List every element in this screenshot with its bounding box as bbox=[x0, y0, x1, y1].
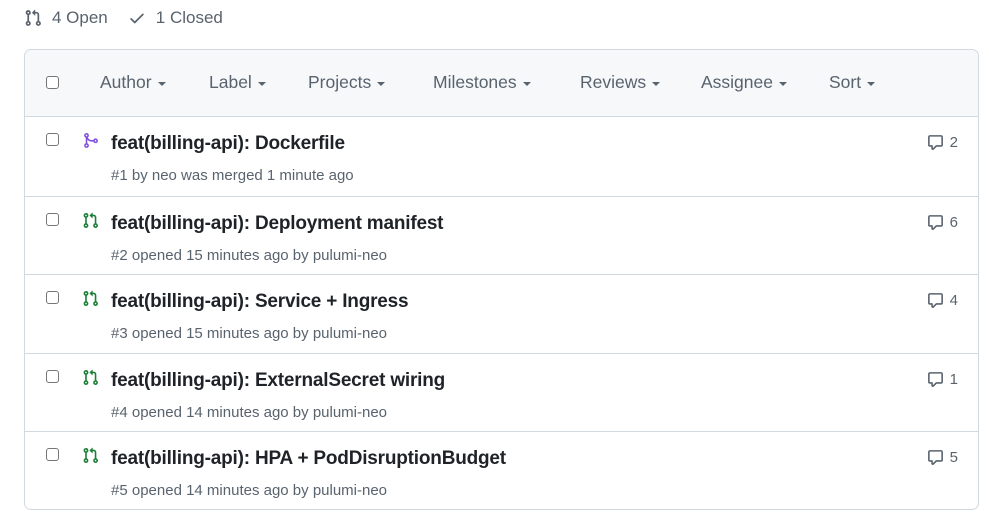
git-pull-request-icon bbox=[83, 447, 98, 463]
git-merge-icon bbox=[84, 133, 98, 148]
select-all-checkbox[interactable] bbox=[46, 76, 59, 89]
pr-select-checkbox[interactable] bbox=[46, 370, 59, 383]
open-prs-link[interactable]: 4 Open bbox=[24, 8, 108, 28]
author-filter[interactable]: Author bbox=[100, 72, 166, 93]
comments-link[interactable]: 1 bbox=[927, 371, 958, 388]
pr-row: feat(billing-api): Dockerfile #1 by neo … bbox=[25, 117, 978, 195]
comment-count: 1 bbox=[949, 371, 958, 388]
projects-filter-label: Projects bbox=[308, 72, 372, 92]
pr-select-checkbox[interactable] bbox=[46, 213, 59, 226]
closed-count-label: 1 Closed bbox=[155, 8, 223, 27]
comment-count: 4 bbox=[949, 292, 958, 309]
comment-icon bbox=[927, 450, 943, 465]
caret-down-icon bbox=[867, 81, 876, 86]
comments-link[interactable]: 6 bbox=[927, 214, 958, 231]
pr-meta: #1 by neo was merged 1 minute ago bbox=[111, 167, 354, 184]
pr-title-link[interactable]: feat(billing-api): ExternalSecret wiring bbox=[111, 370, 445, 392]
open-count-label: 4 Open bbox=[52, 8, 108, 27]
pr-row: feat(billing-api): Deployment manifest #… bbox=[25, 196, 978, 274]
closed-prs-link[interactable]: 1 Closed bbox=[128, 8, 223, 28]
comment-count: 5 bbox=[949, 449, 958, 466]
git-pull-request-icon bbox=[25, 9, 41, 26]
author-filter-label: Author bbox=[100, 72, 152, 92]
projects-filter[interactable]: Projects bbox=[308, 72, 386, 93]
pr-list-header: Author Label Projects Milestones Reviews… bbox=[25, 50, 978, 117]
pr-meta: #5 opened 14 minutes ago by pulumi-neo bbox=[111, 482, 388, 499]
caret-down-icon bbox=[652, 81, 661, 86]
git-pull-request-icon bbox=[83, 290, 98, 306]
pr-meta: #3 opened 15 minutes ago by pulumi-neo bbox=[111, 325, 388, 342]
comments-link[interactable]: 2 bbox=[927, 134, 958, 151]
comment-icon bbox=[927, 215, 943, 230]
milestones-filter-label: Milestones bbox=[433, 72, 517, 92]
caret-down-icon bbox=[779, 81, 787, 86]
milestones-filter[interactable]: Milestones bbox=[433, 72, 531, 93]
comment-count: 2 bbox=[949, 134, 958, 151]
caret-down-icon bbox=[377, 81, 386, 86]
pr-select-checkbox[interactable] bbox=[46, 291, 59, 304]
comments-link[interactable]: 4 bbox=[927, 292, 958, 309]
sort-filter[interactable]: Sort bbox=[829, 72, 876, 93]
reviews-filter[interactable]: Reviews bbox=[580, 72, 661, 93]
pr-select-checkbox[interactable] bbox=[46, 133, 59, 146]
pr-meta: #2 opened 15 minutes ago by pulumi-neo bbox=[111, 247, 388, 264]
comment-count: 6 bbox=[949, 214, 958, 231]
git-pull-request-icon bbox=[83, 212, 98, 228]
pr-list-box: Author Label Projects Milestones Reviews… bbox=[24, 49, 979, 510]
pr-select-checkbox[interactable] bbox=[46, 448, 59, 461]
pr-row: feat(billing-api): HPA + PodDisruptionBu… bbox=[25, 431, 978, 509]
pr-title-link[interactable]: feat(billing-api): Service + Ingress bbox=[111, 291, 409, 313]
pr-state-tabs: 4 Open 1 Closed bbox=[24, 6, 243, 30]
reviews-filter-label: Reviews bbox=[580, 72, 647, 92]
assignee-filter[interactable]: Assignee bbox=[701, 72, 787, 93]
pr-meta: #4 opened 14 minutes ago by pulumi-neo bbox=[111, 404, 388, 421]
label-filter-label: Label bbox=[209, 72, 252, 92]
assignee-filter-label: Assignee bbox=[701, 72, 773, 92]
pr-title-link[interactable]: feat(billing-api): Deployment manifest bbox=[111, 213, 444, 235]
pr-title-link[interactable]: feat(billing-api): HPA + PodDisruptionBu… bbox=[111, 448, 506, 470]
check-icon bbox=[130, 13, 144, 24]
comment-icon bbox=[927, 293, 943, 308]
pr-row: feat(billing-api): ExternalSecret wiring… bbox=[25, 353, 978, 431]
caret-down-icon bbox=[522, 81, 531, 86]
caret-down-icon bbox=[157, 81, 166, 86]
comment-icon bbox=[927, 135, 943, 150]
git-pull-request-icon bbox=[83, 369, 98, 385]
sort-filter-label: Sort bbox=[829, 72, 862, 92]
pr-row: feat(billing-api): Service + Ingress #3 … bbox=[25, 274, 978, 352]
comment-icon bbox=[927, 372, 943, 387]
label-filter[interactable]: Label bbox=[209, 72, 266, 93]
caret-down-icon bbox=[257, 81, 266, 86]
comments-link[interactable]: 5 bbox=[927, 449, 958, 466]
pr-title-link[interactable]: feat(billing-api): Dockerfile bbox=[111, 133, 345, 155]
